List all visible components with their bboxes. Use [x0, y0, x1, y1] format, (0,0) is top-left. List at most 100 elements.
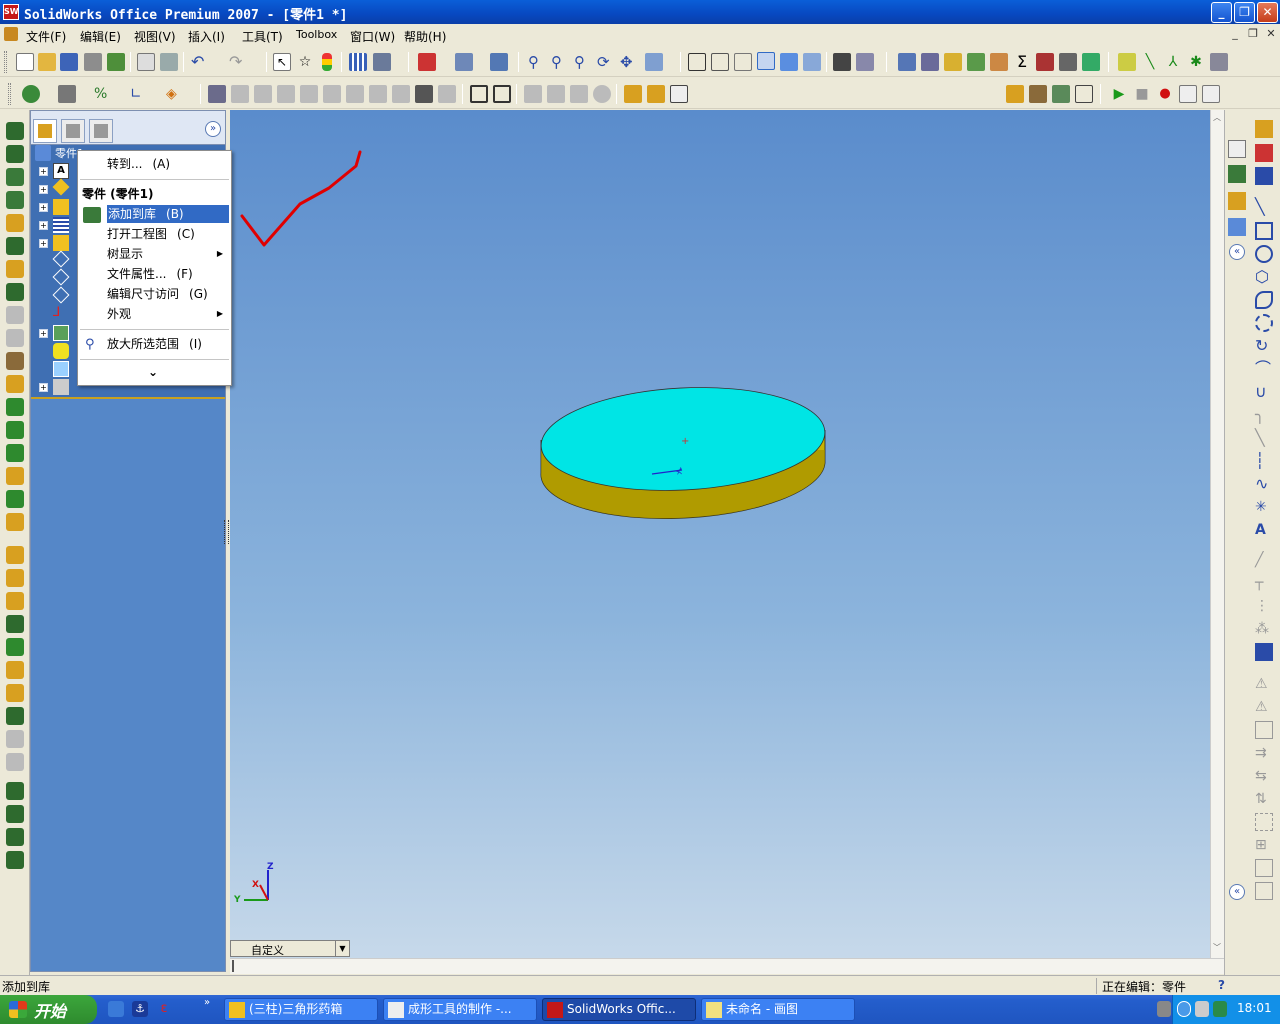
forming-tool-icon[interactable] — [1052, 85, 1070, 103]
plane-icon[interactable]: ◈ — [166, 85, 184, 103]
interference-icon[interactable] — [1036, 53, 1054, 71]
extrude-icon[interactable] — [208, 85, 226, 103]
close-button[interactable]: ✕ — [1257, 2, 1278, 23]
print-icon[interactable] — [84, 53, 102, 71]
cut-sweep-icon[interactable] — [6, 260, 24, 278]
expand-node-icon[interactable]: + — [39, 383, 48, 392]
grid-view-icon[interactable] — [1075, 85, 1093, 103]
taskbar-button-solidworks[interactable]: SolidWorks Offic... — [542, 998, 696, 1021]
menu-item-edit-dimension-access[interactable]: 编辑尺寸访问 (G) — [107, 285, 208, 303]
wireframe-icon[interactable] — [688, 53, 706, 71]
deform-cmd-icon[interactable] — [6, 513, 24, 531]
zoom-in-out-icon[interactable]: ⚲ — [574, 53, 592, 71]
quick-launch-explorer-icon[interactable] — [108, 1001, 124, 1017]
block-icon[interactable] — [1255, 882, 1273, 900]
menu-item-add-to-library[interactable]: 添加到库 (B) — [107, 205, 229, 223]
options-icon[interactable] — [455, 53, 473, 71]
cut-loft-icon[interactable] — [6, 283, 24, 301]
collapse-task-pane-icon[interactable]: « — [1229, 244, 1245, 260]
hole-icon[interactable] — [415, 85, 433, 103]
equations-icon[interactable]: Σ — [1013, 53, 1031, 71]
properties-icon[interactable] — [490, 53, 508, 71]
scale-cmd-icon[interactable] — [6, 490, 24, 508]
doc-close-icon[interactable]: ✕ — [1264, 27, 1278, 41]
undo-icon[interactable]: ↶ — [191, 53, 209, 71]
display-style-icon[interactable] — [22, 85, 40, 103]
expand-menu-icon[interactable]: ⌄ — [148, 365, 158, 379]
sketch-cmd-icon[interactable] — [1255, 120, 1273, 138]
snap-icon[interactable] — [373, 53, 391, 71]
origin-icon[interactable]: ⅃ — [53, 305, 69, 321]
maximize-button[interactable]: ❐ — [1234, 2, 1255, 23]
menu-view[interactable]: 视图(V) — [134, 28, 176, 45]
tray-collapse-icon[interactable] — [1177, 1001, 1191, 1017]
split-icon[interactable] — [547, 85, 565, 103]
menu-item-file-properties[interactable]: 文件属性... (F) — [107, 265, 193, 283]
taskbar-button-folder[interactable]: (三柱)三角形药箱 — [224, 998, 378, 1021]
sketch-line-icon[interactable]: ╲ — [1255, 198, 1273, 216]
hidden-lines-visible-icon[interactable] — [711, 53, 729, 71]
sketch-pattern-icon[interactable] — [6, 828, 24, 846]
right-plane-icon[interactable] — [52, 286, 70, 304]
indent-cmd-icon[interactable] — [6, 592, 24, 610]
thicken-cmd-icon[interactable] — [6, 684, 24, 702]
expand-node-icon[interactable]: + — [39, 239, 48, 248]
zoom-area-icon[interactable]: ⚲ — [551, 53, 569, 71]
boss-revolve-icon[interactable] — [6, 145, 24, 163]
menu-help[interactable]: 帮助(H) — [404, 28, 446, 45]
traffic-light-icon[interactable] — [322, 53, 332, 71]
measure-icon[interactable] — [898, 53, 916, 71]
linear-pattern-icon[interactable] — [6, 730, 24, 748]
rib-icon[interactable] — [346, 85, 364, 103]
rectangle-icon[interactable] — [1255, 222, 1273, 240]
3d-sketch-icon[interactable] — [1255, 144, 1273, 162]
star-icon[interactable]: ✱ — [1187, 53, 1205, 71]
boss-extrude-icon[interactable] — [6, 122, 24, 140]
offset-icon[interactable]: ⋮ — [1255, 597, 1273, 615]
shell-cmd-icon[interactable] — [6, 375, 24, 393]
menu-file[interactable]: 文件(F) — [26, 28, 66, 45]
lights-icon[interactable] — [53, 235, 69, 251]
circular-pattern-icon[interactable] — [6, 753, 24, 771]
top-plane-icon[interactable] — [52, 268, 70, 286]
new-icon[interactable] — [16, 53, 34, 71]
hide-show-icon[interactable] — [58, 85, 76, 103]
view-selector-dropdown[interactable]: 自定义 ▼ — [230, 940, 350, 957]
boss-sweep-icon[interactable] — [6, 168, 24, 186]
percent-icon[interactable]: % — [94, 85, 112, 103]
expand-node-icon[interactable]: + — [39, 329, 48, 338]
menu-insert[interactable]: 插入(I) — [188, 28, 225, 45]
wrap-cmd-icon[interactable] — [6, 444, 24, 462]
thickness-icon[interactable] — [1059, 53, 1077, 71]
spline-icon[interactable]: ∿ — [1255, 475, 1273, 493]
sketch-text-icon[interactable]: A — [1255, 521, 1273, 539]
hidden-lines-removed-icon[interactable] — [734, 53, 752, 71]
collapse-strip-icon[interactable]: « — [1229, 884, 1245, 900]
solidworks-app-icon[interactable]: SW — [3, 4, 19, 20]
forming-feature-icon[interactable] — [53, 343, 69, 359]
expand-panel-icon[interactable]: » — [205, 121, 221, 137]
combine-cmd-icon[interactable] — [6, 661, 24, 679]
rotate-entities-icon[interactable]: ⇆ — [1255, 767, 1273, 785]
sketch-icon[interactable] — [53, 361, 69, 377]
smart-dimension-icon[interactable] — [1255, 167, 1273, 185]
front-plane-icon[interactable] — [52, 250, 70, 268]
solid-bodies-icon[interactable] — [52, 178, 70, 196]
file-explorer-icon[interactable] — [1228, 192, 1246, 210]
open-icon[interactable] — [38, 53, 56, 71]
centerline-icon[interactable]: ┆ — [1255, 452, 1273, 470]
scale-entities-icon[interactable] — [1255, 813, 1273, 831]
save-icon[interactable] — [60, 53, 78, 71]
axis-icon[interactable]: ∟ — [130, 85, 148, 103]
design-table-icon[interactable] — [53, 217, 69, 233]
mirror-entities-icon[interactable]: ⁂ — [1255, 620, 1273, 638]
edit-macro-icon[interactable] — [1202, 85, 1220, 103]
freeform-cmd-icon[interactable] — [6, 569, 24, 587]
tab-feature-tree[interactable] — [33, 119, 57, 143]
shaded-edges-icon[interactable] — [757, 52, 775, 70]
chamfer-cmd-icon[interactable] — [6, 329, 24, 347]
copy-entities-icon[interactable]: ⇅ — [1255, 790, 1273, 808]
design-library-icon[interactable] — [1228, 165, 1246, 183]
annotations-icon[interactable]: A — [53, 163, 69, 179]
quick-launch-more-icon[interactable]: » — [204, 997, 210, 1008]
